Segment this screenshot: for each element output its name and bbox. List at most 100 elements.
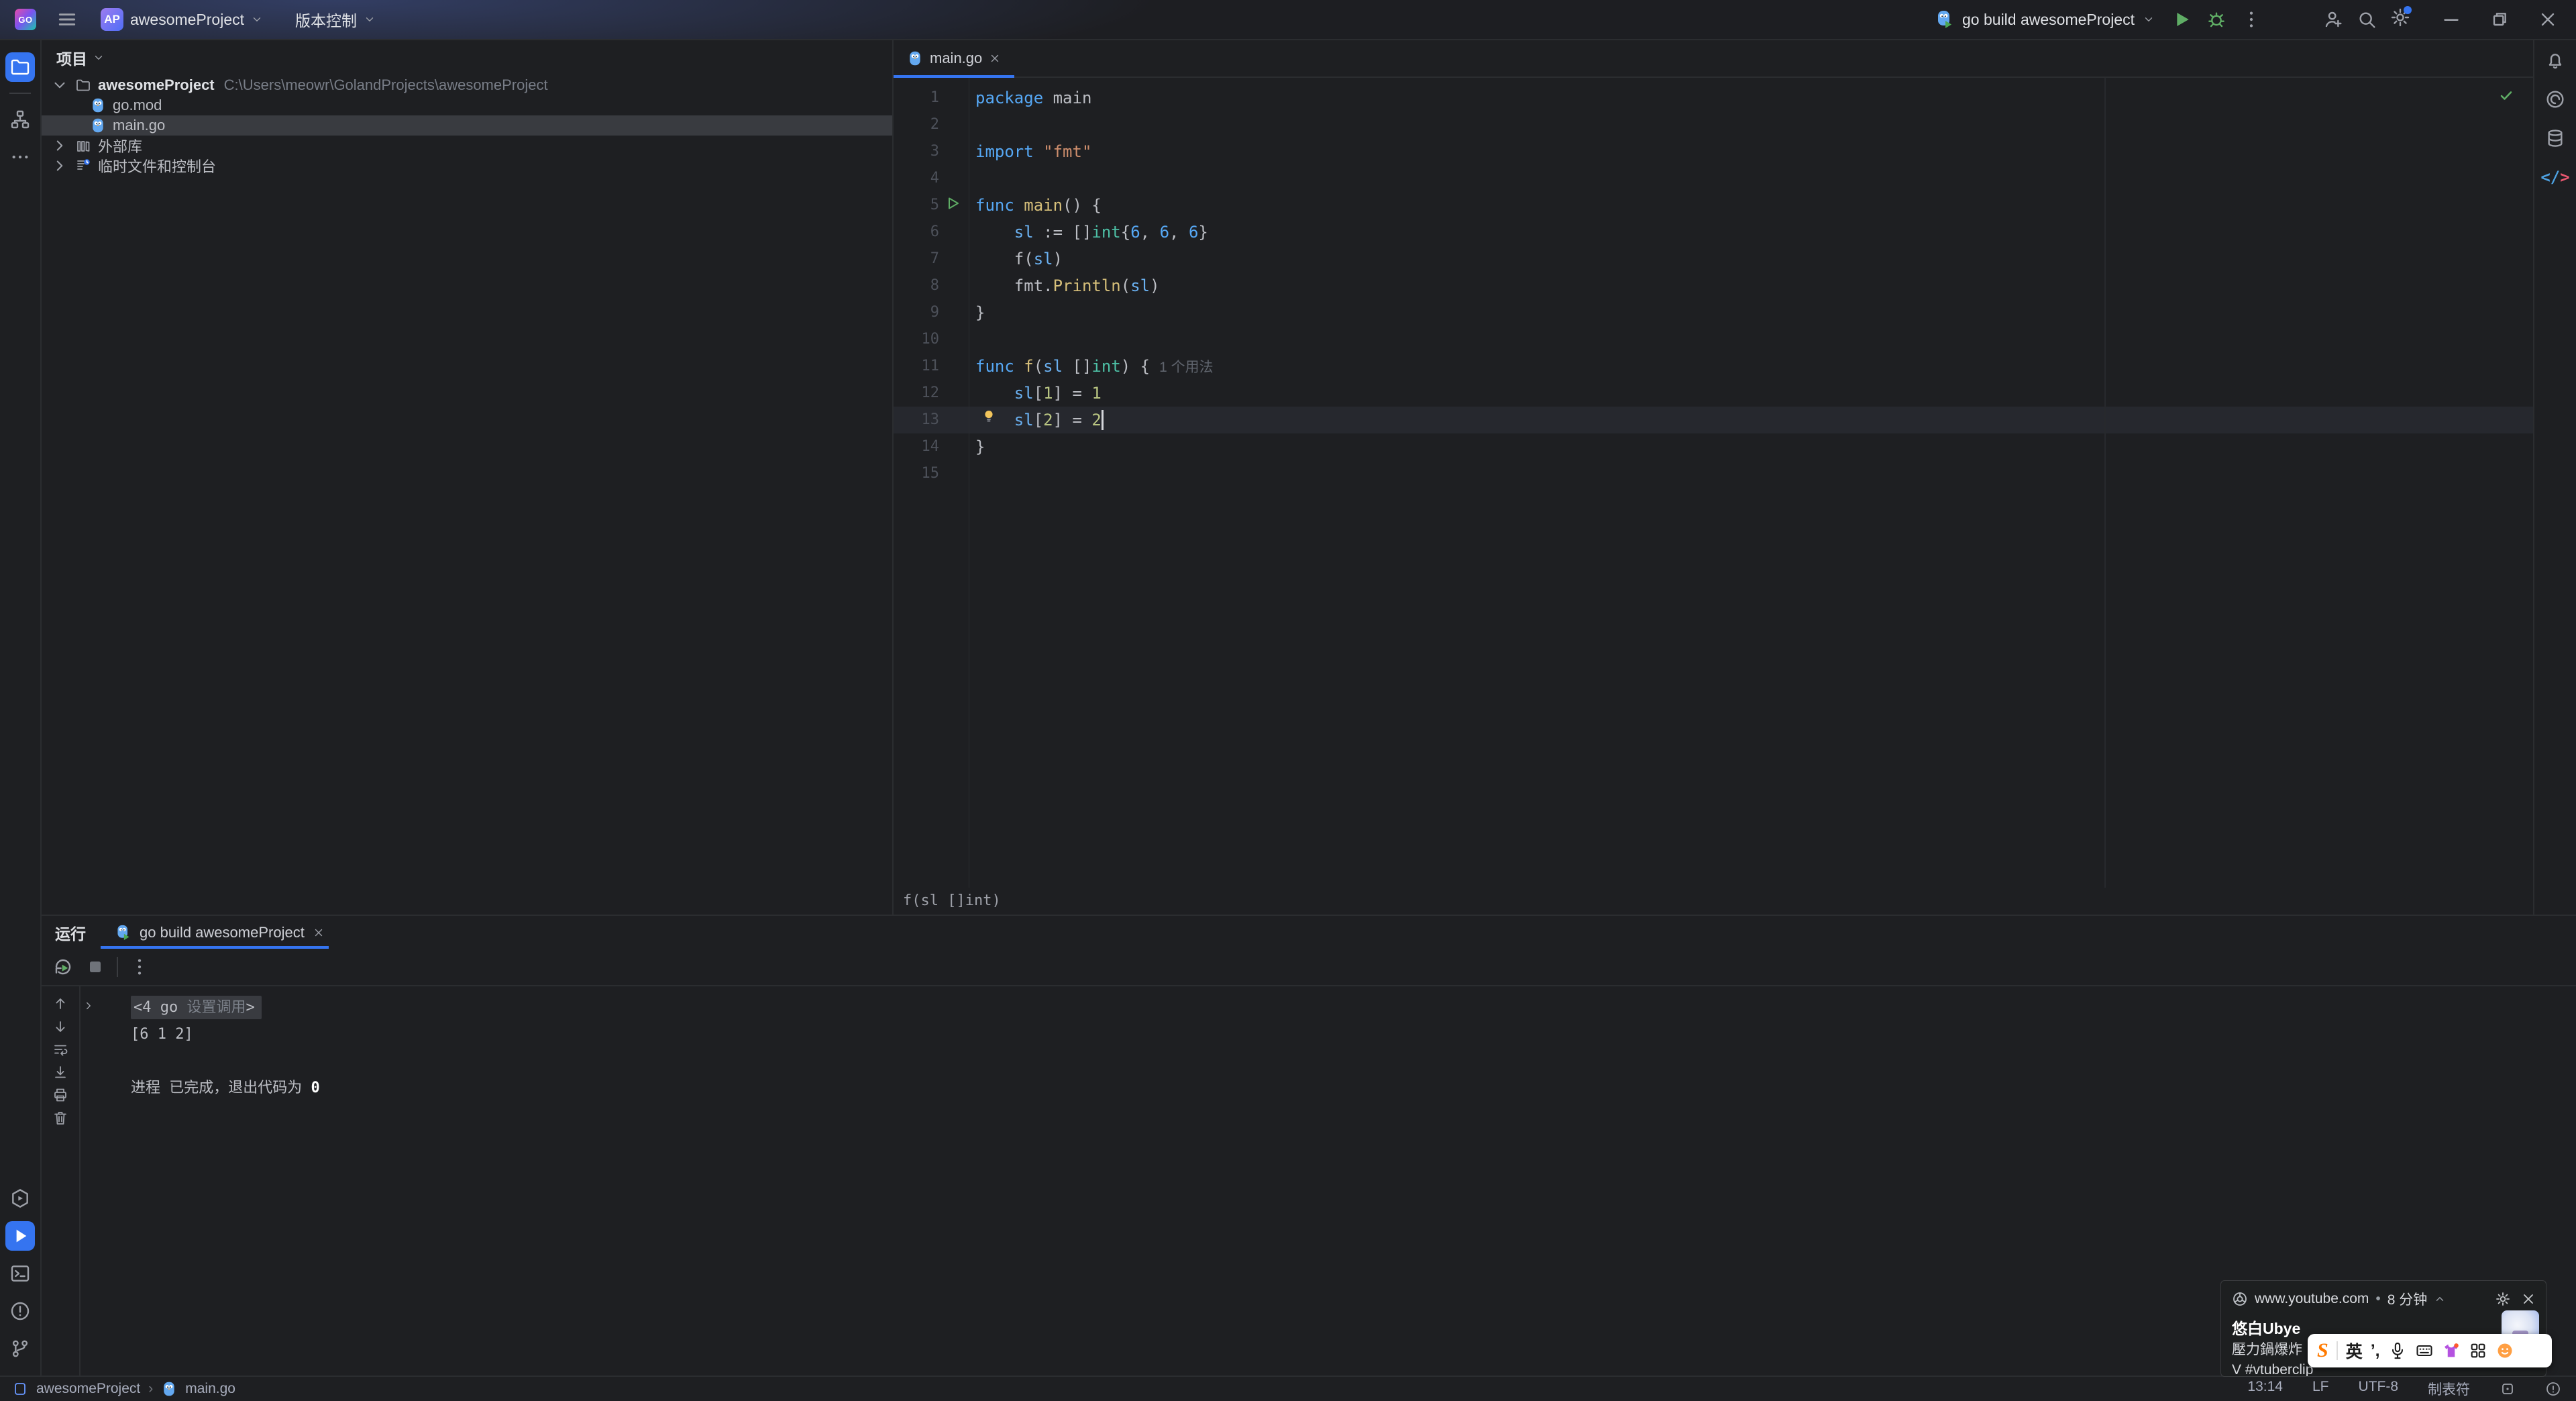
project-panel-header[interactable]: 项目 bbox=[42, 40, 892, 75]
settings-gear-button[interactable] bbox=[2390, 6, 2412, 32]
tree-item-awesomeproject[interactable]: awesomeProject C:\Users\meowr\GolandProje… bbox=[42, 75, 892, 95]
more-horizontal-icon[interactable] bbox=[5, 142, 35, 172]
right-activity-bar: </> bbox=[2533, 40, 2576, 915]
run-config-label: go build awesomeProject bbox=[1962, 10, 2135, 28]
run-panel-title: 运行 bbox=[55, 925, 86, 943]
inline-usage-hint[interactable]: 1 个用法 bbox=[1159, 360, 1214, 375]
skin-icon[interactable] bbox=[2442, 1341, 2461, 1360]
search-icon[interactable] bbox=[2356, 9, 2377, 30]
code-line-5: 5 func main() { bbox=[894, 192, 2533, 219]
chevron-down-icon bbox=[251, 13, 263, 25]
breadcrumb-file[interactable]: main.go bbox=[185, 1381, 235, 1397]
tree-item-main-go[interactable]: main.go bbox=[42, 115, 892, 136]
minimize-icon[interactable] bbox=[2440, 9, 2462, 30]
restore-icon[interactable] bbox=[2489, 9, 2510, 30]
run-tab[interactable]: go build awesomeProject bbox=[115, 924, 325, 941]
run-icon[interactable] bbox=[5, 1221, 35, 1251]
endpoints-icon[interactable]: </> bbox=[2540, 166, 2569, 188]
line-number: 4 bbox=[930, 170, 939, 187]
stop-icon[interactable] bbox=[85, 956, 106, 978]
folded-command[interactable]: <4 go 设置调用> bbox=[131, 996, 262, 1019]
vcs-button[interactable]: 版本控制 bbox=[288, 5, 382, 34]
run-play-icon[interactable] bbox=[2171, 9, 2192, 30]
run-line-icon[interactable] bbox=[945, 195, 961, 211]
status-item[interactable]: UTF-8 bbox=[2359, 1379, 2399, 1399]
project-folder-icon[interactable] bbox=[5, 52, 35, 82]
keyboard-icon[interactable] bbox=[2415, 1341, 2434, 1360]
chevron-right-icon[interactable] bbox=[51, 157, 68, 174]
run-configuration-selector[interactable]: go build awesomeProject bbox=[1929, 5, 2161, 34]
readonly-toggle-icon[interactable] bbox=[2500, 1381, 2516, 1397]
inspections-ok-icon[interactable] bbox=[2498, 87, 2514, 103]
hamburger-icon[interactable] bbox=[56, 9, 78, 30]
grid-icon[interactable] bbox=[2469, 1341, 2487, 1360]
line-number: 2 bbox=[930, 116, 939, 133]
git-icon[interactable] bbox=[5, 1334, 35, 1363]
fold-chevron-icon[interactable] bbox=[83, 1000, 95, 1012]
status-item[interactable]: 13:14 bbox=[2247, 1379, 2283, 1399]
add-user-icon[interactable] bbox=[2322, 9, 2344, 30]
notifications-bell-icon[interactable] bbox=[2544, 50, 2566, 71]
close-tab-icon[interactable] bbox=[989, 52, 1001, 64]
settings-gear-icon[interactable] bbox=[2495, 1291, 2511, 1307]
status-item[interactable]: 制表符 bbox=[2428, 1379, 2470, 1399]
chevron-down-icon[interactable] bbox=[51, 76, 68, 94]
project-name-button[interactable]: awesomeProject bbox=[123, 5, 270, 34]
services-icon[interactable] bbox=[5, 1184, 35, 1213]
chevron-up-icon[interactable] bbox=[2434, 1293, 2446, 1305]
more-vertical-icon[interactable] bbox=[129, 956, 150, 978]
print-icon[interactable] bbox=[52, 1087, 68, 1103]
line-number: 15 bbox=[921, 465, 940, 482]
tree-item-go-mod[interactable]: go.mod bbox=[42, 95, 892, 115]
punctuation-toggle[interactable]: ’, bbox=[2371, 1341, 2380, 1361]
project-avatar[interactable]: AP bbox=[101, 8, 123, 31]
line-number: 7 bbox=[930, 250, 939, 267]
status-item[interactable]: LF bbox=[2312, 1379, 2329, 1399]
library-icon bbox=[75, 138, 91, 154]
sogou-logo-icon[interactable]: S bbox=[2317, 1339, 2328, 1362]
scratches-icon bbox=[75, 158, 91, 174]
tab-main-go[interactable]: main.go bbox=[894, 40, 1015, 78]
status-breadcrumb[interactable]: awesomeProject › main.go bbox=[12, 1381, 235, 1397]
breadcrumb-separator: › bbox=[148, 1381, 154, 1396]
close-icon[interactable] bbox=[2537, 9, 2559, 30]
emoji-icon[interactable] bbox=[2496, 1341, 2514, 1360]
close-tab-icon[interactable] bbox=[313, 927, 325, 939]
more-vertical-icon[interactable] bbox=[2241, 9, 2262, 30]
line-number: 10 bbox=[921, 331, 940, 348]
chevron-right-icon[interactable] bbox=[51, 137, 68, 154]
rerun-icon[interactable] bbox=[52, 956, 74, 978]
arrow-down-icon[interactable] bbox=[52, 1019, 68, 1035]
project-panel-title: 项目 bbox=[56, 50, 87, 68]
close-icon[interactable] bbox=[2520, 1291, 2536, 1307]
database-icon[interactable] bbox=[2544, 127, 2566, 149]
code-line-8: 8 fmt.Println(sl) bbox=[894, 272, 2533, 299]
structure-icon[interactable] bbox=[5, 105, 35, 134]
mic-icon[interactable] bbox=[2388, 1341, 2407, 1360]
soft-wrap-icon[interactable] bbox=[52, 1041, 68, 1057]
project-panel: 项目 awesomeProject C:\Users\meowr\GolandPr… bbox=[42, 40, 892, 915]
code-line-14: 14} bbox=[894, 433, 2533, 460]
project-icon bbox=[12, 1381, 28, 1397]
ime-toolbar[interactable]: S 英 ’, bbox=[2308, 1334, 2552, 1367]
language-toggle[interactable]: 英 bbox=[2346, 1339, 2363, 1363]
terminal-icon[interactable] bbox=[5, 1259, 35, 1288]
problems-icon[interactable] bbox=[5, 1296, 35, 1326]
tree-item--[interactable]: 临时文件和控制台 bbox=[42, 156, 892, 176]
line-number: 6 bbox=[930, 223, 939, 240]
clear-icon[interactable] bbox=[52, 1110, 68, 1126]
tree-item--[interactable]: 外部库 bbox=[42, 136, 892, 156]
breadcrumb-project[interactable]: awesomeProject bbox=[36, 1381, 140, 1397]
scroll-to-end-icon[interactable] bbox=[52, 1064, 68, 1080]
notification-separator: • bbox=[2375, 1291, 2381, 1306]
arrow-up-icon[interactable] bbox=[52, 996, 68, 1012]
code-area[interactable]: 1 package main 2 3 import "fmt" 4 5 func main()… bbox=[894, 78, 2533, 888]
intention-bulb-icon[interactable] bbox=[981, 409, 997, 425]
run-console[interactable]: <4 go 设置调用> [6 1 2] 进程 已完成，退出代码为 0 bbox=[80, 986, 2576, 1376]
text-caret bbox=[1101, 410, 1104, 430]
ai-assistant-icon[interactable] bbox=[2544, 89, 2566, 110]
code-line-2: 2 bbox=[894, 111, 2533, 138]
status-more-icon[interactable] bbox=[2545, 1381, 2561, 1397]
debug-bug-icon[interactable] bbox=[2206, 9, 2227, 30]
